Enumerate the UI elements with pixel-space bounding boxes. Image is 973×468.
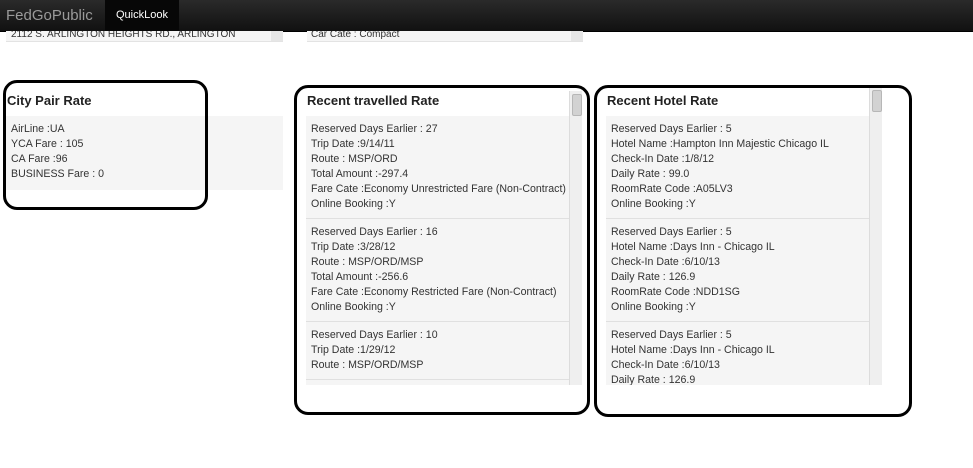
hotel-name: Hotel Name :Days Inn - Chicago IL	[611, 344, 775, 356]
scrollbar[interactable]	[271, 31, 283, 41]
car-panel: Car Cate : Compact	[307, 31, 583, 42]
hotel-scrollbar[interactable]	[869, 87, 882, 385]
scroll-thumb[interactable]	[872, 90, 882, 112]
trip-date: Trip Date :9/14/11	[311, 138, 395, 150]
travel-scrollbar[interactable]	[569, 91, 582, 385]
room-rate-code: RoomRate Code :A05LV3	[611, 183, 733, 195]
reserved-days: Reserved Days Earlier : 27	[311, 123, 438, 135]
route: Route : MSP/ORD	[311, 153, 398, 165]
check-in-date: Check-In Date :6/10/13	[611, 256, 720, 268]
list-item: Reserved Days Earlier : 5 Hotel Name :Da…	[606, 219, 869, 322]
reserved-days: Reserved Days Earlier : 16	[311, 226, 438, 238]
total-amount: Total Amount :-256.6	[311, 271, 409, 283]
check-in-date: Check-In Date :6/10/13	[611, 359, 720, 371]
recent-hotel-title: Recent Hotel Rate	[607, 93, 719, 108]
list-item: AirLine :UA YCA Fare : 105 CA Fare :96 B…	[6, 116, 283, 188]
reserved-days: Reserved Days Earlier : 10	[311, 329, 438, 341]
recent-travel-list[interactable]: Reserved Days Earlier : 27 Trip Date :9/…	[306, 116, 569, 385]
total-amount: Total Amount :-297.4	[311, 168, 409, 180]
daily-rate: Daily Rate : 126.9	[611, 271, 696, 283]
hotel-name: Hotel Name :Days Inn - Chicago IL	[611, 241, 775, 253]
list-item: Reserved Days Earlier : 5 Hotel Name :Ha…	[606, 116, 869, 219]
brand-logo[interactable]: FedGoPublic	[6, 7, 93, 24]
recent-travel-title: Recent travelled Rate	[307, 93, 440, 108]
reserved-days: Reserved Days Earlier : 5	[611, 123, 732, 135]
ca-fare-text: CA Fare :96	[11, 153, 68, 165]
yca-fare-text: YCA Fare : 105	[11, 138, 84, 150]
recent-hotel-list[interactable]: Reserved Days Earlier : 5 Hotel Name :Ha…	[606, 116, 869, 385]
daily-rate: Daily Rate : 99.0	[611, 168, 690, 180]
scroll-thumb[interactable]	[572, 94, 582, 116]
address-text: 2112 S. ARLINGTON HEIGHTS RD., ARLINGTON	[11, 31, 236, 40]
hotel-name: Hotel Name :Hampton Inn Majestic Chicago…	[611, 138, 829, 150]
reserved-days: Reserved Days Earlier : 5	[611, 329, 732, 341]
check-in-date: Check-In Date :1/8/12	[611, 153, 715, 165]
room-rate-code: RoomRate Code :NDD1SG	[611, 286, 740, 298]
top-navbar: FedGoPublic QuickLook	[0, 0, 973, 32]
online-booking: Online Booking :Y	[311, 198, 396, 210]
trip-date: Trip Date :1/29/12	[311, 344, 396, 356]
fare-category: Fare Cate :Economy Unrestricted Fare (No…	[311, 183, 566, 195]
city-pair-box: AirLine :UA YCA Fare : 105 CA Fare :96 B…	[6, 116, 283, 190]
tab-quicklook[interactable]: QuickLook	[105, 0, 179, 31]
business-fare-text: BUSINESS Fare : 0	[11, 168, 105, 180]
car-category-text: Car Cate : Compact	[311, 31, 400, 40]
list-item: Reserved Days Earlier : 16 Trip Date :3/…	[306, 219, 569, 322]
route: Route : MSP/ORD/MSP	[311, 359, 424, 371]
online-booking: Online Booking :Y	[611, 198, 696, 210]
airline-text: AirLine :UA	[11, 123, 65, 135]
list-item: Reserved Days Earlier : 27 Trip Date :9/…	[306, 116, 569, 219]
scrollbar[interactable]	[571, 31, 583, 41]
list-item: Reserved Days Earlier : 10 Trip Date :1/…	[306, 322, 569, 380]
online-booking: Online Booking :Y	[611, 301, 696, 313]
online-booking: Online Booking :Y	[311, 301, 396, 313]
reserved-days: Reserved Days Earlier : 5	[611, 226, 732, 238]
route: Route : MSP/ORD/MSP	[311, 256, 424, 268]
trip-date: Trip Date :3/28/12	[311, 241, 396, 253]
fare-category: Fare Cate :Economy Restricted Fare (Non-…	[311, 286, 557, 298]
list-item: Reserved Days Earlier : 5 Hotel Name :Da…	[606, 322, 869, 385]
city-pair-title: City Pair Rate	[7, 93, 92, 108]
daily-rate: Daily Rate : 126.9	[611, 374, 696, 385]
address-panel: 2112 S. ARLINGTON HEIGHTS RD., ARLINGTON	[6, 31, 283, 42]
